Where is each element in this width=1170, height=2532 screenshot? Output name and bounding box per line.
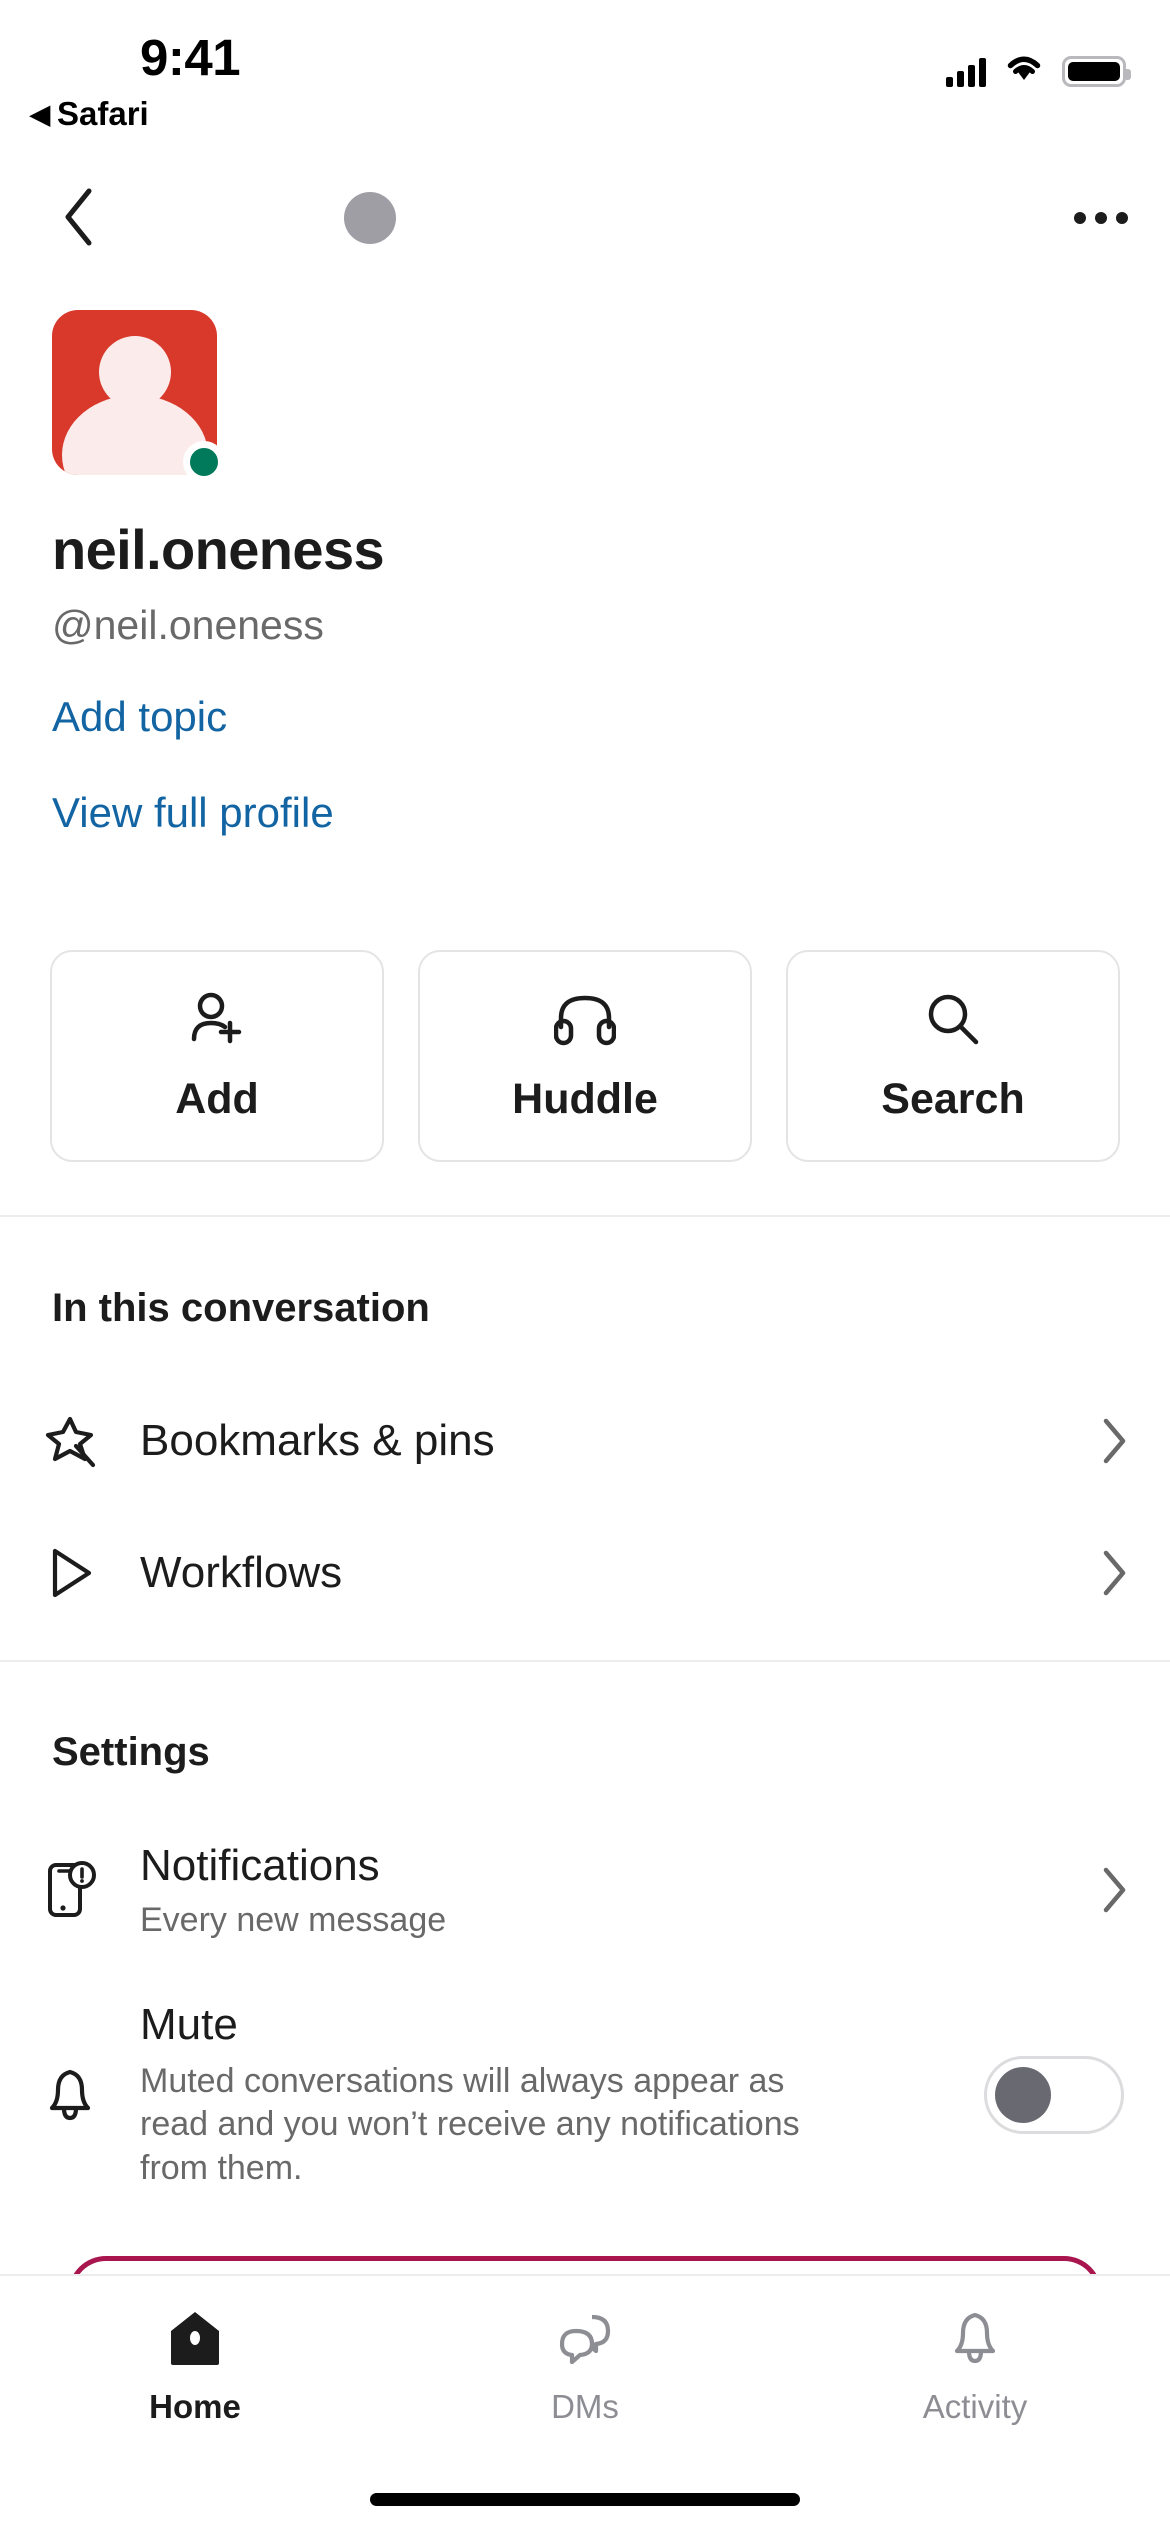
more-dot	[1095, 212, 1107, 224]
row-workflows[interactable]: Workflows	[0, 1527, 1170, 1619]
chevron-right-icon	[1060, 1417, 1170, 1465]
tab-dms[interactable]: DMs	[390, 2304, 780, 2426]
huddle-button[interactable]: Huddle	[418, 950, 752, 1162]
play-triangle-icon	[0, 1544, 140, 1602]
search-button-label: Search	[881, 1074, 1025, 1123]
cellular-signal-icon	[946, 57, 986, 87]
dms-icon	[554, 2304, 616, 2372]
back-triangle-icon: ◀	[30, 99, 50, 129]
back-to-app-button[interactable]: ◀ Safari	[30, 95, 149, 133]
status-indicators	[946, 52, 1131, 87]
row-bookmarks-pins[interactable]: Bookmarks & pins	[0, 1395, 1170, 1487]
settings-section-title: Settings	[52, 1730, 210, 1774]
navigation-bar	[0, 160, 1170, 275]
row-label: Notifications	[140, 1840, 380, 1890]
add-topic-link[interactable]: Add topic	[52, 693, 1170, 741]
mobile-notification-icon	[0, 1859, 140, 1921]
chevron-left-icon	[65, 188, 92, 246]
app-screen: 9:41 ◀ Safari neil.oneness @neil.oneness…	[0, 0, 1170, 2532]
profile-header: neil.oneness @neil.oneness Add topic Vie…	[0, 310, 1170, 837]
row-value: Every new message	[140, 1900, 447, 1939]
nav-avatar[interactable]	[344, 192, 396, 244]
headphones-icon	[554, 989, 616, 1049]
battery-icon	[1062, 56, 1131, 87]
row-label: Bookmarks & pins	[140, 1416, 495, 1465]
more-dot	[1074, 212, 1086, 224]
row-notifications[interactable]: Notifications Every new message	[0, 1835, 1170, 1945]
action-buttons: Add Huddle Search	[50, 950, 1120, 1162]
row-description: Muted conversations will always appear a…	[140, 2061, 800, 2187]
mute-toggle[interactable]	[984, 2056, 1124, 2134]
back-button[interactable]	[48, 186, 110, 248]
bell-icon	[0, 2064, 140, 2126]
add-button-label: Add	[175, 1074, 259, 1123]
add-person-icon	[187, 989, 247, 1049]
status-bar: 9:41 ◀ Safari	[0, 0, 1170, 140]
status-time: 9:41	[140, 29, 241, 86]
profile-handle: @neil.oneness	[52, 602, 324, 648]
divider	[0, 1660, 1170, 1662]
chevron-right-icon	[1060, 1866, 1170, 1914]
row-text: Notifications Every new message	[140, 1841, 1060, 1940]
tab-home-label: Home	[149, 2388, 241, 2425]
page-title: neil.oneness	[52, 518, 385, 581]
chevron-right-icon	[1060, 1549, 1170, 1597]
row-text: Bookmarks & pins	[140, 1416, 1060, 1466]
back-app-label: Safari	[57, 95, 149, 132]
wifi-icon	[1004, 52, 1044, 87]
more-options-button[interactable]	[1074, 190, 1128, 246]
tab-activity-label: Activity	[922, 2388, 1028, 2425]
row-mute[interactable]: Mute Muted conversations will always app…	[0, 2000, 1170, 2187]
avatar[interactable]	[52, 310, 225, 483]
conversation-section-title: In this conversation	[52, 1286, 430, 1330]
more-dot	[1116, 212, 1128, 224]
view-full-profile-link[interactable]: View full profile	[52, 789, 1170, 837]
row-text: Workflows	[140, 1548, 1060, 1598]
divider	[0, 1215, 1170, 1217]
tab-activity[interactable]: Activity	[780, 2304, 1170, 2426]
huddle-button-label: Huddle	[512, 1074, 658, 1123]
bell-icon	[946, 2304, 1004, 2372]
add-button[interactable]: Add	[50, 950, 384, 1162]
row-text: Mute Muted conversations will always app…	[140, 2000, 984, 2191]
toggle-knob	[995, 2067, 1051, 2123]
status-badge	[183, 441, 225, 483]
tab-home[interactable]: Home	[0, 2304, 390, 2426]
home-icon	[167, 2304, 223, 2372]
search-button[interactable]: Search	[786, 950, 1120, 1162]
search-icon	[924, 989, 982, 1049]
tab-dms-label: DMs	[551, 2388, 619, 2425]
home-indicator[interactable]	[370, 2493, 800, 2506]
row-label: Workflows	[140, 1548, 343, 1597]
row-label: Mute	[140, 1999, 238, 2049]
tab-bar: Home DMs Activity	[0, 2274, 1170, 2532]
pin-icon	[0, 1410, 140, 1472]
